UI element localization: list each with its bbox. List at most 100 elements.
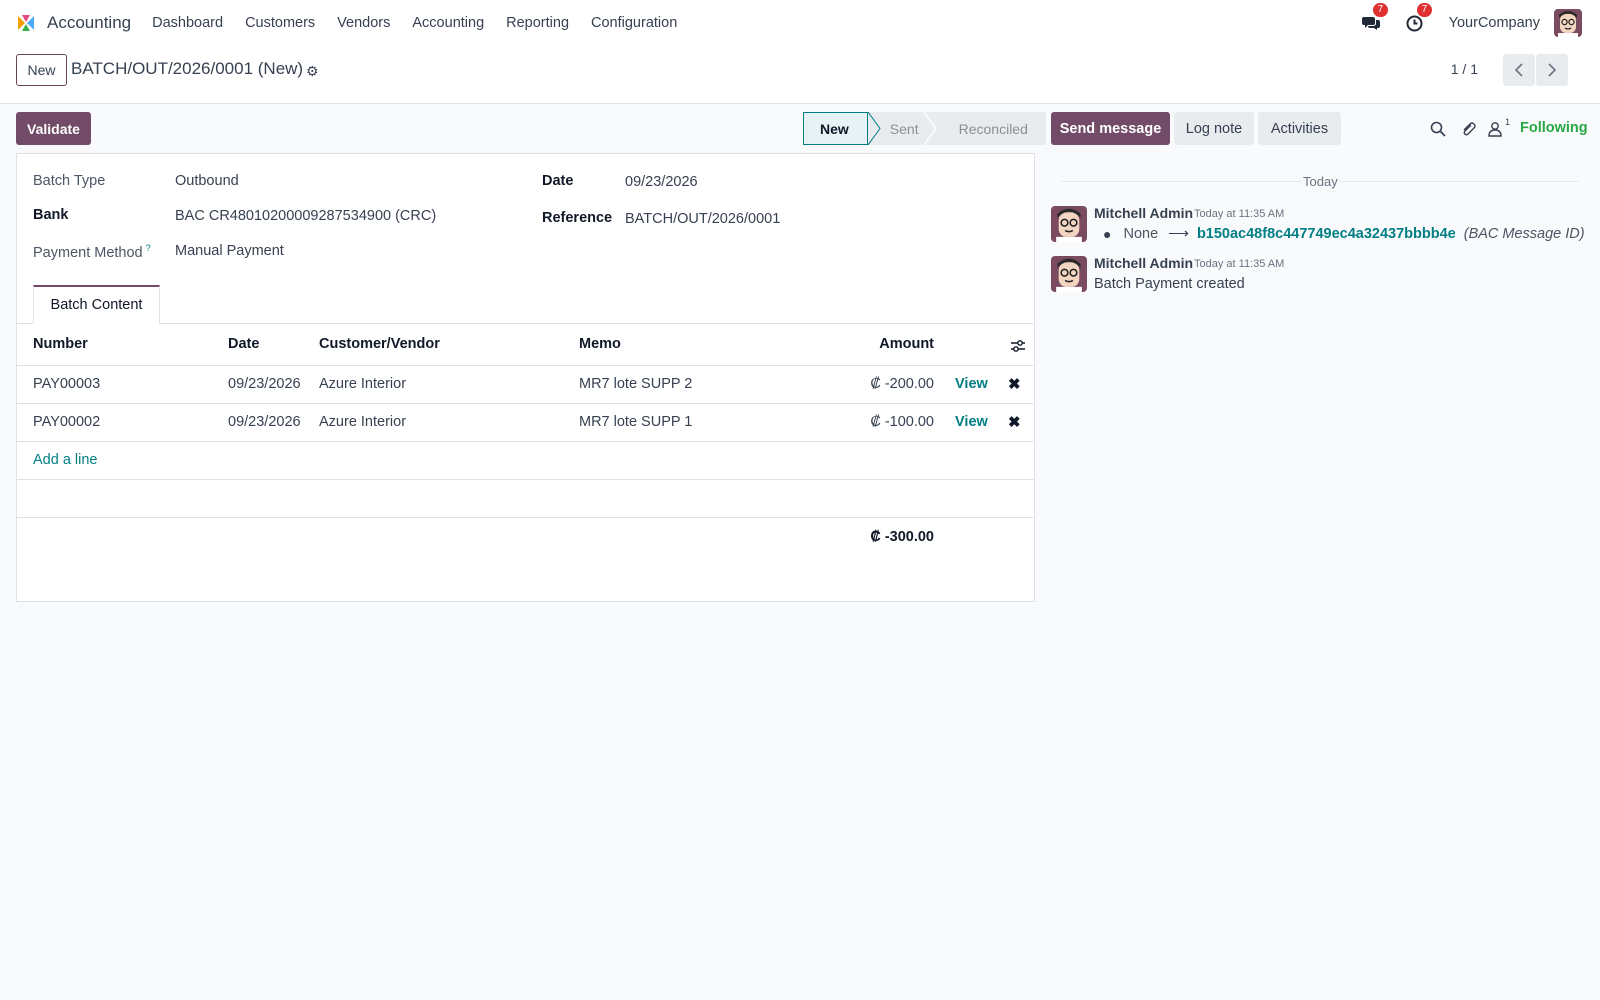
- batch-type-label: Batch Type: [33, 173, 106, 189]
- stage-reconciled[interactable]: Reconciled: [936, 112, 1046, 145]
- gear-icon[interactable]: ⚙: [306, 63, 319, 80]
- stage-arrow-divider: [924, 112, 937, 145]
- author-avatar[interactable]: [1051, 256, 1087, 292]
- follower-count: 1: [1505, 117, 1511, 127]
- bank-value[interactable]: BAC CR48010200009287534900 (CRC): [175, 208, 436, 224]
- validate-button[interactable]: Validate: [16, 112, 91, 145]
- author-avatar-icon: [1051, 206, 1087, 242]
- table-header-divider: [17, 365, 1034, 366]
- cell-date: 09/23/2026: [228, 414, 301, 430]
- menu-customers[interactable]: Customers: [234, 15, 326, 31]
- tracking-old-value: None: [1123, 226, 1159, 242]
- top-navbar: Accounting Dashboard Customers Vendors A…: [0, 0, 1600, 46]
- column-header-partner[interactable]: Customer/Vendor: [319, 336, 440, 352]
- followers-user-icon[interactable]: [1485, 119, 1505, 139]
- paperclip-icon[interactable]: [1458, 119, 1478, 139]
- reference-label: Reference: [542, 210, 613, 226]
- column-header-memo[interactable]: Memo: [579, 336, 621, 352]
- chat-bubbles-icon: [1361, 17, 1380, 30]
- row-divider: [17, 441, 1034, 442]
- cell-memo: MR7 lote SUPP 1: [579, 414, 693, 430]
- stage-reconciled-label: Reconciled: [958, 120, 1028, 137]
- cell-number: PAY00002: [33, 414, 101, 430]
- menu-configuration[interactable]: Configuration: [580, 15, 688, 31]
- user-avatar-icon: [1554, 9, 1582, 37]
- search-icon[interactable]: [1428, 119, 1448, 139]
- menu-reporting[interactable]: Reporting: [495, 15, 580, 31]
- record-breadcrumb-title: BATCH/OUT/2026/0001 (New): [71, 59, 304, 78]
- add-line-button[interactable]: Add a line: [33, 452, 98, 468]
- row-divider: [17, 479, 1034, 480]
- log-note-button[interactable]: Log note: [1174, 112, 1254, 145]
- bank-label: Bank: [33, 207, 69, 223]
- menu-accounting[interactable]: Accounting: [401, 15, 495, 31]
- tracking-field-name: (BAC Message ID): [1463, 226, 1585, 242]
- bullet-icon: ●: [1103, 226, 1112, 242]
- control-panel: New BATCH/OUT/2026/0001 (New) ⚙ 1 / 1: [0, 46, 1600, 104]
- cell-partner: Azure Interior: [319, 414, 407, 430]
- systray: 7 7 YourCompany: [1361, 0, 1582, 46]
- messages-systray[interactable]: 7: [1361, 3, 1389, 33]
- cell-memo: MR7 lote SUPP 2: [579, 376, 693, 392]
- help-tooltip-icon[interactable]: ?: [146, 243, 151, 253]
- message-author[interactable]: Mitchell Admin: [1094, 255, 1193, 271]
- cell-partner: Azure Interior: [319, 376, 407, 392]
- reference-value[interactable]: BATCH/OUT/2026/0001: [625, 211, 780, 227]
- new-record-button[interactable]: New: [16, 54, 67, 86]
- clock-icon: [1406, 15, 1423, 31]
- view-payment-button[interactable]: View: [955, 376, 988, 392]
- payment-method-label-text: Payment Method: [33, 244, 143, 261]
- accounting-app-icon[interactable]: [16, 13, 36, 33]
- form-sheet: Batch Type Outbound Bank BAC CR480102000…: [16, 153, 1035, 602]
- batch-type-value[interactable]: Outbound: [175, 173, 239, 189]
- tab-batch-content[interactable]: Batch Content: [33, 285, 160, 324]
- arrow-right-icon: ⟶: [1168, 226, 1189, 242]
- delete-row-icon[interactable]: ✖: [1008, 375, 1021, 393]
- message-date: Today at 11:35 AM: [1194, 258, 1285, 270]
- pager-previous-button[interactable]: [1503, 54, 1535, 86]
- stage-arrow-divider: [868, 112, 881, 145]
- activities-systray[interactable]: 7: [1405, 3, 1433, 33]
- cell-date: 09/23/2026: [228, 376, 301, 392]
- date-label: Date: [542, 173, 574, 189]
- pager-value[interactable]: 1 / 1: [1451, 61, 1478, 77]
- company-switcher[interactable]: YourCompany: [1449, 15, 1540, 31]
- activities-badge: 7: [1416, 3, 1433, 17]
- message-body: Batch Payment created: [1094, 276, 1245, 292]
- app-name[interactable]: Accounting: [47, 13, 131, 33]
- payment-method-label: Payment Method?: [33, 243, 151, 261]
- row-divider: [17, 517, 1034, 518]
- activities-button[interactable]: Activities: [1258, 112, 1341, 145]
- column-header-date[interactable]: Date: [228, 336, 259, 352]
- delete-row-icon[interactable]: ✖: [1008, 413, 1021, 431]
- payment-method-value[interactable]: Manual Payment: [175, 243, 284, 259]
- following-button[interactable]: Following: [1520, 120, 1588, 136]
- tracking-value: ● None ⟶ b150ac48f8c447749ec4a32437bbbb4…: [1103, 226, 1585, 242]
- message-date: Today at 11:35 AM: [1194, 208, 1285, 220]
- tracking-new-value: b150ac48f8c447749ec4a32437bbbb4e: [1196, 226, 1456, 242]
- chevron-right-icon: [1548, 63, 1557, 77]
- column-header-amount[interactable]: Amount: [817, 336, 934, 352]
- user-avatar[interactable]: [1554, 9, 1582, 37]
- cell-amount: ₡ -100.00: [870, 414, 934, 430]
- send-message-button[interactable]: Send message: [1051, 112, 1170, 145]
- author-avatar-icon: [1051, 256, 1087, 292]
- author-avatar[interactable]: [1051, 206, 1087, 242]
- cell-number: PAY00003: [33, 376, 101, 392]
- tab-divider: [17, 323, 1034, 324]
- date-value[interactable]: 09/23/2026: [625, 174, 698, 190]
- messages-badge: 7: [1372, 3, 1389, 17]
- view-payment-button[interactable]: View: [955, 414, 988, 430]
- chevron-left-icon: [1514, 63, 1523, 77]
- table-total-amount: ₡ -300.00: [870, 529, 934, 545]
- menu-vendors[interactable]: Vendors: [326, 15, 401, 31]
- stage-sent-label: Sent: [889, 120, 919, 137]
- message-author[interactable]: Mitchell Admin: [1094, 205, 1193, 221]
- column-header-number[interactable]: Number: [33, 336, 88, 352]
- pager-next-button[interactable]: [1536, 54, 1568, 86]
- optional-columns-icon[interactable]: [1010, 339, 1026, 353]
- stage-new[interactable]: New: [803, 112, 868, 145]
- stage-new-label: New: [820, 120, 849, 137]
- menu-dashboard[interactable]: Dashboard: [141, 15, 234, 31]
- date-separator-label: Today: [1301, 174, 1340, 189]
